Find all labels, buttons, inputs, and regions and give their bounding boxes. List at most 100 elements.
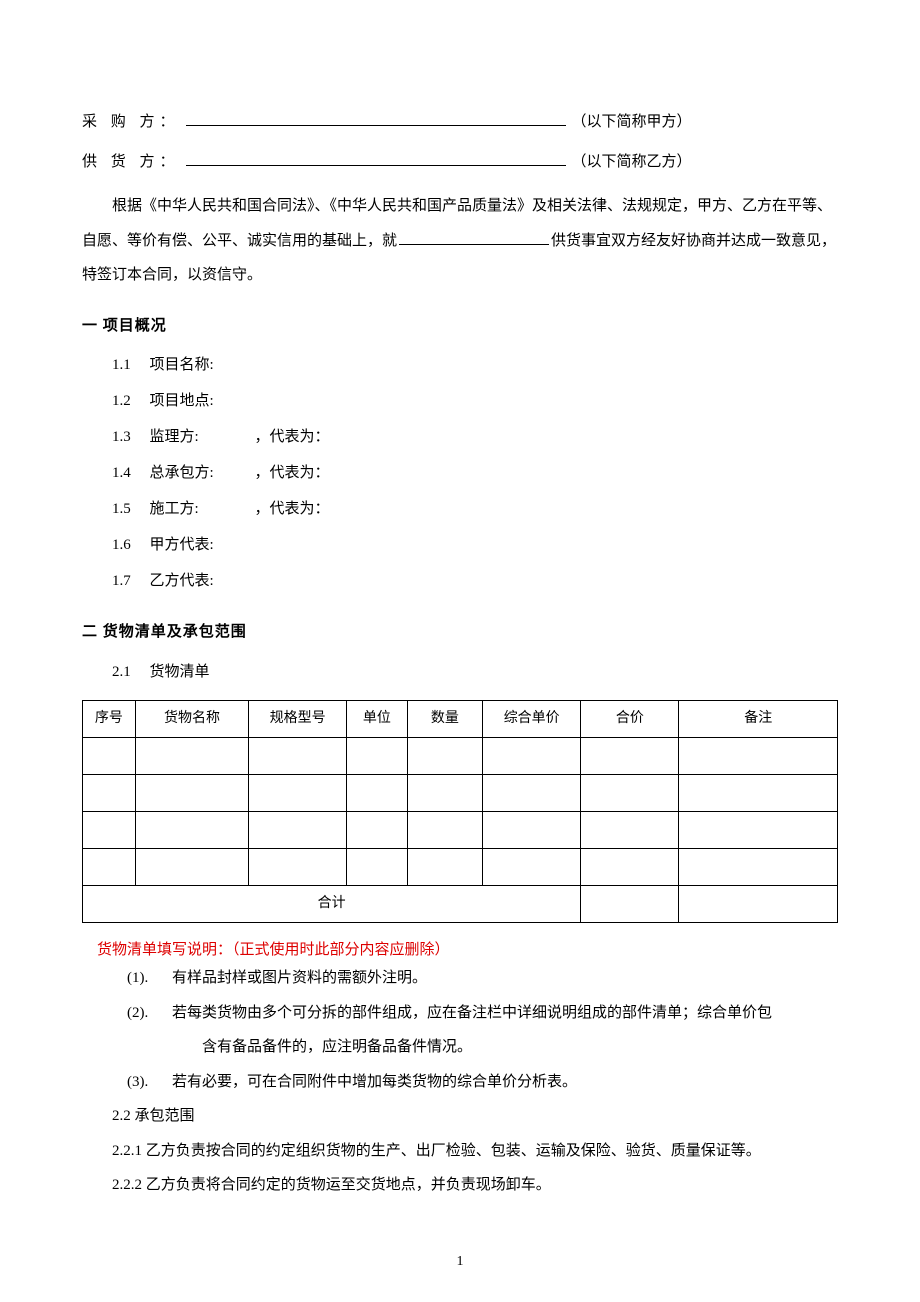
item-label: 甲方代表: — [150, 527, 255, 563]
cell — [679, 811, 838, 848]
item-label: 项目地点: — [150, 383, 255, 419]
cell — [581, 848, 679, 885]
th-name: 货物名称 — [135, 700, 248, 737]
item-num: 1.4 — [112, 455, 150, 491]
instr-num: (3). — [127, 1065, 172, 1100]
total-value — [581, 885, 679, 922]
cell — [347, 848, 407, 885]
cell — [249, 811, 347, 848]
instruction-1: (1). 有样品封样或图片资料的需额外注明。 — [127, 961, 838, 996]
cell — [679, 774, 838, 811]
item-2-1: 2.1 货物清单 — [112, 654, 838, 690]
item-1-7: 1.7 乙方代表: — [112, 563, 838, 599]
buyer-blank — [186, 110, 566, 126]
item-label: 监理方: — [150, 419, 255, 455]
section-1-title: 一 项目概况 — [82, 315, 838, 338]
table-total-row: 合计 — [83, 885, 838, 922]
cell — [83, 848, 136, 885]
item-1-3: 1.3 监理方: ，代表为： — [112, 419, 838, 455]
red-note: 货物清单填写说明：（正式使用时此部分内容应删除） — [82, 939, 838, 962]
th-price: 综合单价 — [483, 700, 581, 737]
th-note: 备注 — [679, 700, 838, 737]
item-num: 1.6 — [112, 527, 150, 563]
th-seq: 序号 — [83, 700, 136, 737]
document-page: 采 购 方： （以下简称甲方） 供 货 方： （以下简称乙方） 根据《中华人民共… — [0, 0, 920, 1302]
instr-num: (2). — [127, 996, 172, 1031]
cell — [483, 848, 581, 885]
cell — [347, 774, 407, 811]
cell — [407, 811, 483, 848]
cell — [407, 774, 483, 811]
cell — [679, 848, 838, 885]
instruction-2: (2). 若每类货物由多个可分拆的部件组成，应在备注栏中详细说明组成的部件清单；… — [127, 996, 838, 1065]
cell — [249, 737, 347, 774]
th-spec: 规格型号 — [249, 700, 347, 737]
cell — [581, 811, 679, 848]
item-2-2: 2.2 承包范围 — [112, 1099, 838, 1134]
section-2-title: 二 货物清单及承包范围 — [82, 621, 838, 644]
cell — [407, 737, 483, 774]
goods-table: 序号 货物名称 规格型号 单位 数量 综合单价 合价 备注 合计 — [82, 700, 838, 923]
total-label: 合计 — [83, 885, 581, 922]
cell — [347, 811, 407, 848]
instr-text: 若每类货物由多个可分拆的部件组成，应在备注栏中详细说明组成的部件清单；综合单价包… — [172, 996, 838, 1065]
page-number: 1 — [0, 1251, 920, 1272]
cell — [83, 774, 136, 811]
scope-section: 2.2 承包范围 2.2.1 乙方负责按合同的约定组织货物的生产、出厂检验、包装… — [82, 1099, 838, 1203]
cell — [83, 737, 136, 774]
item-label: 施工方: — [150, 491, 255, 527]
cell — [483, 737, 581, 774]
table-header-row: 序号 货物名称 规格型号 单位 数量 综合单价 合价 备注 — [83, 700, 838, 737]
instr-text: 若有必要，可在合同附件中增加每类货物的综合单价分析表。 — [172, 1065, 838, 1100]
item-num: 1.2 — [112, 383, 150, 419]
item-num: 2.1 — [112, 654, 150, 690]
item-num: 1.7 — [112, 563, 150, 599]
instruction-3: (3). 若有必要，可在合同附件中增加每类货物的综合单价分析表。 — [127, 1065, 838, 1100]
item-1-6: 1.6 甲方代表: — [112, 527, 838, 563]
cell — [135, 811, 248, 848]
cell — [249, 848, 347, 885]
total-note — [679, 885, 838, 922]
supplier-blank — [186, 150, 566, 166]
instructions-list: (1). 有样品封样或图片资料的需额外注明。 (2). 若每类货物由多个可分拆的… — [82, 961, 838, 1099]
item-label: 总承包方: — [150, 455, 255, 491]
supplier-alias: （以下简称乙方） — [572, 151, 692, 174]
cell — [679, 737, 838, 774]
th-qty: 数量 — [407, 700, 483, 737]
item-1-4: 1.4 总承包方: ，代表为： — [112, 455, 838, 491]
preamble: 根据《中华人民共和国合同法》、《中华人民共和国产品质量法》及相关法律、法规规定，… — [82, 189, 838, 293]
cell — [581, 737, 679, 774]
instr-num: (1). — [127, 961, 172, 996]
cell — [83, 811, 136, 848]
cell — [581, 774, 679, 811]
item-rep: ，代表为： — [255, 491, 330, 527]
supplier-line: 供 货 方： （以下简称乙方） — [82, 150, 838, 174]
instr-text: 有样品封样或图片资料的需额外注明。 — [172, 961, 838, 996]
buyer-label: 采 购 方： — [82, 111, 180, 134]
buyer-alias: （以下简称甲方） — [572, 111, 692, 134]
item-num: 2.2 — [112, 1108, 131, 1124]
item-num: 1.3 — [112, 419, 150, 455]
item-rep: ，代表为： — [255, 455, 330, 491]
item-2-2-2: 2.2.2 乙方负责将合同约定的货物运至交货地点，并负责现场卸车。 — [112, 1168, 838, 1203]
cell — [135, 737, 248, 774]
table-row — [83, 737, 838, 774]
item-num: 1.1 — [112, 347, 150, 383]
instr-text-line2: 含有备品备件的，应注明备品备件情况。 — [172, 1030, 838, 1065]
item-label: 货物清单 — [150, 654, 210, 690]
cell — [407, 848, 483, 885]
buyer-line: 采 购 方： （以下简称甲方） — [82, 110, 838, 134]
item-label: 乙方代表: — [150, 563, 255, 599]
item-1-1: 1.1 项目名称: — [112, 347, 838, 383]
preamble-blank — [399, 229, 549, 245]
item-num: 1.5 — [112, 491, 150, 527]
table-row — [83, 774, 838, 811]
cell — [135, 774, 248, 811]
cell — [483, 774, 581, 811]
cell — [483, 811, 581, 848]
item-rep: ，代表为： — [255, 419, 330, 455]
section-1-list: 1.1 项目名称: 1.2 项目地点: 1.3 监理方: ，代表为： 1.4 总… — [82, 347, 838, 599]
item-2-2-1: 2.2.1 乙方负责按合同的约定组织货物的生产、出厂检验、包装、运输及保险、验货… — [112, 1134, 838, 1169]
item-1-2: 1.2 项目地点: — [112, 383, 838, 419]
table-row — [83, 811, 838, 848]
